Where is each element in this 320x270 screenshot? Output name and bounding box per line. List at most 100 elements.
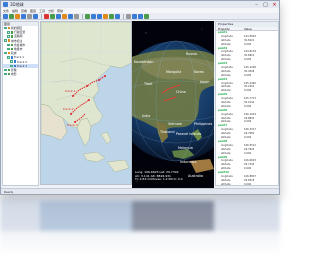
layer-checkbox[interactable] [10, 64, 13, 68]
column-header: Property [218, 27, 230, 31]
toolbar-tool-icon[interactable] [115, 13, 120, 19]
globe-3d-view[interactable]: Kazakhstan Mongolia Russia China Japan T… [132, 21, 214, 191]
layer-icon [10, 43, 13, 47]
layer-checkbox[interactable] [7, 47, 10, 51]
track-point[interactable] [88, 99, 90, 101]
toolbar-tool-icon[interactable] [56, 13, 61, 19]
toolbar-tool-icon[interactable] [62, 13, 67, 19]
property-value[interactable]: 0.000 [244, 43, 251, 47]
layer-checkbox[interactable] [4, 51, 7, 55]
property-value[interactable]: 0.000 [244, 74, 251, 78]
track-label: track-3 [67, 123, 78, 127]
menu-item[interactable]: 查看 [21, 9, 27, 13]
layer-icon [13, 60, 16, 63]
layer-icon [7, 26, 10, 30]
globe-label: Vietnam [168, 122, 183, 126]
track-point[interactable] [104, 75, 106, 77]
menu-item[interactable]: 帮助 [57, 9, 63, 13]
toolbar-tool-icon[interactable] [138, 13, 143, 19]
track-point[interactable] [72, 95, 74, 97]
property-value[interactable]: 0.000 [244, 120, 251, 124]
menu-item[interactable]: 分析 [48, 9, 54, 13]
globe-label: Japan [199, 80, 209, 84]
layer-checkbox[interactable] [4, 72, 7, 76]
track-point[interactable] [98, 79, 100, 81]
toolbar-tool-icon[interactable] [9, 13, 14, 19]
track-point[interactable] [70, 113, 72, 115]
toolbar-tool-icon[interactable] [103, 13, 108, 19]
toolbar-tool-icon[interactable] [68, 13, 73, 19]
close-button[interactable]: × [270, 2, 279, 8]
menu-item[interactable]: 工具 [39, 9, 45, 13]
globe-canvas[interactable]: Kazakhstan Mongolia Russia China Japan T… [132, 21, 214, 191]
toolbar-tool-icon[interactable] [126, 13, 131, 19]
property-key: altitude [221, 182, 231, 186]
layer-checkbox[interactable] [7, 43, 10, 47]
globe-label: India [142, 114, 150, 118]
app-icon [3, 2, 8, 7]
property-value[interactable]: 0.000 [244, 89, 251, 93]
map-2d-canvas[interactable]: track-1 track-2 track-3 [41, 22, 132, 185]
layer-icon [10, 31, 13, 34]
toolbar-tool-icon[interactable] [144, 13, 149, 19]
property-value[interactable]: 0.000 [244, 136, 251, 140]
property-value[interactable]: 0.000 [244, 58, 251, 62]
maximize-button[interactable]: □ [261, 2, 270, 8]
toolbar-separator [82, 13, 83, 19]
toolbar-tool-icon[interactable] [91, 13, 96, 19]
layer-checkbox[interactable] [4, 39, 7, 42]
menu-item[interactable]: 图层 [30, 9, 36, 13]
toolbar-tool-icon[interactable] [27, 13, 32, 19]
toolbar-tool-icon[interactable] [44, 13, 49, 19]
globe-label: Mongolia [166, 70, 181, 74]
layer-checkbox[interactable] [10, 60, 13, 63]
toolbar-tool-icon[interactable] [15, 13, 20, 19]
property-value[interactable]: 0.000 [244, 183, 251, 185]
toolbar-tool-icon[interactable] [109, 13, 114, 19]
property-value[interactable]: 0.000 [244, 167, 251, 171]
globe-label: Tibet [143, 82, 153, 86]
layer-tree-panel: 图层 我的图层 行政区划 道路网 城市标注 省会城市 地级市 轨迹 Track 1 Track … [2, 21, 39, 186]
layer-checkbox[interactable] [7, 35, 10, 38]
layer-label: Track 3 [17, 63, 27, 68]
layer-checkbox[interactable] [7, 56, 10, 59]
toolbar-tool-icon[interactable] [132, 13, 137, 19]
layer-checkbox[interactable] [4, 68, 7, 72]
globe-label: Thailand [159, 130, 175, 134]
window-reflection [0, 197, 280, 270]
toolbar-tool-icon[interactable] [3, 13, 8, 19]
minimize-button[interactable]: – [252, 2, 261, 8]
track-label: track-1 [65, 89, 76, 93]
toolbar-tool-icon[interactable] [97, 13, 102, 19]
property-row[interactable]: altitude 0.000 [216, 182, 278, 186]
toolbar-tool-icon[interactable] [50, 13, 55, 19]
globe-label: Paracel Islands [176, 132, 201, 136]
property-value[interactable]: 0.000 [244, 105, 251, 109]
coordinate-line: TI: 4.83 CoMoves: 1.2 Pitch: 0.0 [135, 177, 183, 182]
toolbar-tool-icon[interactable] [21, 13, 26, 19]
layer-icon [7, 39, 10, 42]
menu-item[interactable]: 文件 [3, 9, 9, 13]
layer-icon [7, 51, 10, 55]
property-value[interactable]: 0.000 [244, 152, 251, 156]
globe-label: Korea [194, 70, 204, 74]
layer-tree-item[interactable]: 地形 [3, 72, 38, 76]
properties-panel: Properties Property Value point1 longitud… [215, 21, 279, 186]
globe-label: Russia [186, 52, 197, 56]
toolbar-tool-icon[interactable] [74, 13, 79, 19]
coordinates-readout: Long: 106.6623 Lat: 29.7342 AC: 3.141 Al… [132, 170, 214, 184]
toolbar-tool-icon[interactable] [33, 13, 38, 19]
layer-icon [7, 72, 10, 76]
menu-item[interactable]: 编辑 [12, 9, 18, 13]
column-header: Value [244, 27, 252, 31]
track-point[interactable] [86, 85, 88, 87]
map-2d-view[interactable]: track-1 track-2 track-3 [40, 21, 132, 185]
globe-label: China [176, 90, 186, 94]
layer-checkbox[interactable] [4, 26, 7, 30]
globe-label: Indonesia [180, 160, 196, 164]
window-title: 3D地球 [10, 1, 24, 7]
layer-icon [10, 47, 13, 51]
toolbar-tool-icon[interactable] [85, 13, 90, 19]
layer-checkbox[interactable] [7, 31, 10, 34]
toolbar [1, 13, 279, 20]
